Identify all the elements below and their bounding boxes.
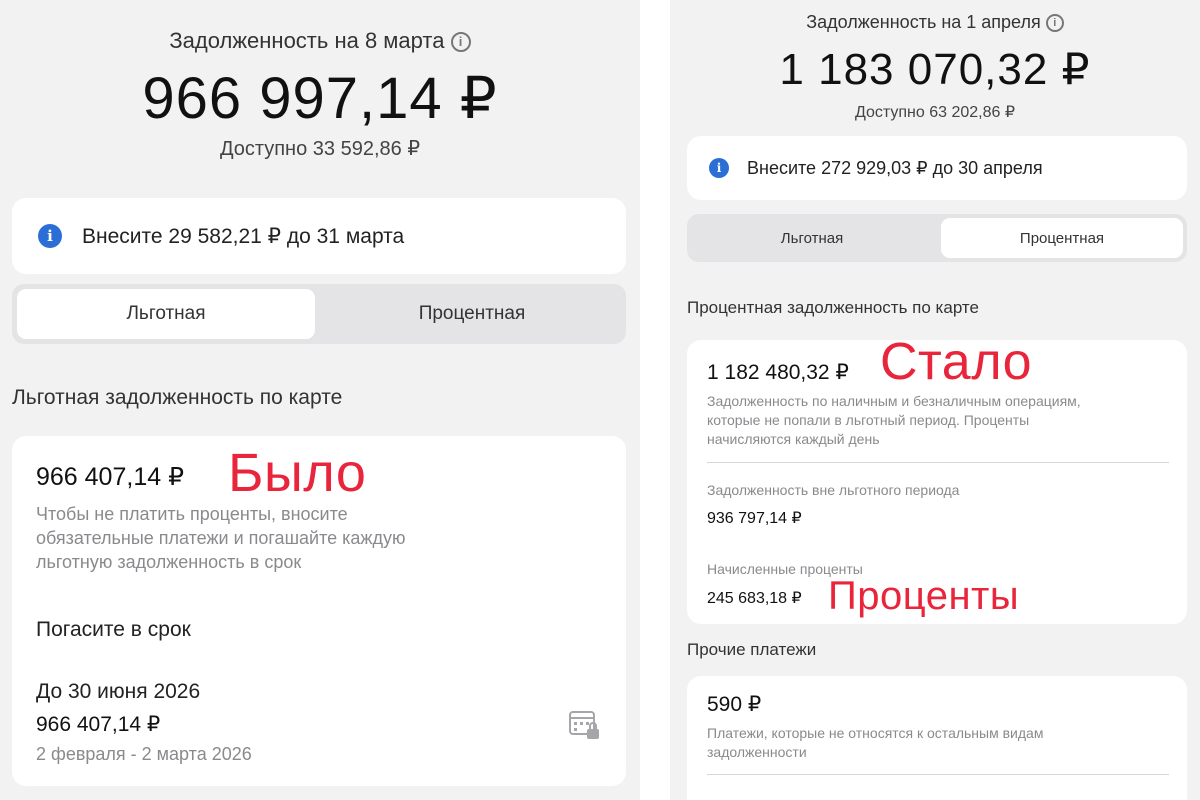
info-filled-icon: i [709, 158, 729, 178]
other-payments-title: Прочие платежи [687, 640, 817, 659]
notice-text: Внесите 29 582,21 ₽ до 31 марта [82, 225, 405, 248]
due-date: До 30 июня 2026 [36, 680, 201, 703]
due-amount: 966 407,14 ₽ [36, 713, 161, 736]
other-amount: 590 ₽ [707, 693, 762, 716]
section-title: Льготная задолженность по карте [12, 386, 343, 409]
interest-debt-amount: 1 182 480,32 ₽ [707, 361, 849, 384]
debt-title-row: Задолженность на 8 марта i [0, 28, 640, 54]
interest-description: Задолженность по наличным и безналичным … [707, 392, 1081, 449]
period: 2 февраля - 2 марта 2026 [36, 744, 252, 764]
debt-title: Задолженность на 8 марта [169, 28, 445, 53]
notice-text: Внесите 272 929,03 ₽ до 30 апреля [747, 158, 1043, 178]
description-line: Задолженность по наличным и безналичным … [707, 393, 1081, 409]
divider [707, 774, 1169, 775]
tab-interest[interactable]: Процентная [323, 289, 621, 339]
description-line: обязательные платежи и погашайте каждую [36, 528, 406, 548]
tab-grace[interactable]: Льготная [17, 289, 315, 339]
available-amount: Доступно 33 592,86 ₽ [219, 138, 421, 160]
tab-grace[interactable]: Льготная [691, 218, 933, 258]
overlay-label-after: Стало [880, 333, 1033, 391]
description-line: которые не попали в льготный период. Про… [707, 412, 1030, 428]
debt-amount: 966 997,14 ₽ [142, 66, 498, 131]
right-screenshot: Задолженность на 1 апреля i 1 183 070,32… [670, 0, 1200, 800]
interest-amount: 245 683,18 ₽ [707, 590, 802, 607]
description-line: льготную задолженность в срок [36, 552, 302, 572]
payment-notice[interactable]: i Внесите 29 582,21 ₽ до 31 марта [12, 198, 626, 274]
calendar-lock-icon[interactable] [568, 708, 602, 742]
debt-amount: 1 183 070,32 ₽ [779, 45, 1091, 94]
overlay-label-interest: Проценты [828, 574, 1020, 618]
description-line: Чтобы не платить проценты, вносите [36, 504, 348, 524]
info-filled-icon: i [38, 224, 62, 248]
debt-title: Задолженность на 1 апреля [806, 12, 1041, 32]
out-of-grace-amount: 936 797,14 ₽ [707, 510, 802, 527]
other-description: Платежи, которые не относятся к остальны… [707, 724, 1043, 762]
left-screenshot: Задолженность на 8 марта i 966 997,14 ₽ … [0, 0, 640, 800]
tab-switcher: Льготная Процентная [12, 284, 626, 344]
divider [707, 462, 1169, 463]
section-title: Процентная задолженность по карте [687, 298, 979, 317]
debt-title-row: Задолженность на 1 апреля i [670, 12, 1200, 33]
overlay-label-before: Было [228, 443, 367, 503]
info-icon[interactable]: i [1045, 14, 1064, 33]
tab-switcher: Льготная Процентная [687, 214, 1187, 262]
tab-interest[interactable]: Процентная [941, 218, 1183, 258]
grace-description: Чтобы не платить проценты, вносите обяза… [36, 502, 405, 574]
info-icon[interactable]: i [450, 32, 471, 53]
out-of-grace-label: Задолженность вне льготного периода [707, 482, 960, 498]
description-line: начисляются каждый день [707, 431, 880, 447]
grace-debt-amount: 966 407,14 ₽ [36, 463, 184, 491]
payment-notice[interactable]: i Внесите 272 929,03 ₽ до 30 апреля [687, 136, 1187, 200]
description-line: Платежи, которые не относятся к остальны… [707, 725, 1044, 741]
available-amount: Доступно 63 202,86 ₽ [854, 104, 1016, 121]
repay-title: Погасите в срок [36, 618, 191, 641]
other-payments-card[interactable]: 590 ₽ Платежи, которые не относятся к ос… [687, 676, 1187, 800]
description-line: задолженности [707, 744, 807, 760]
